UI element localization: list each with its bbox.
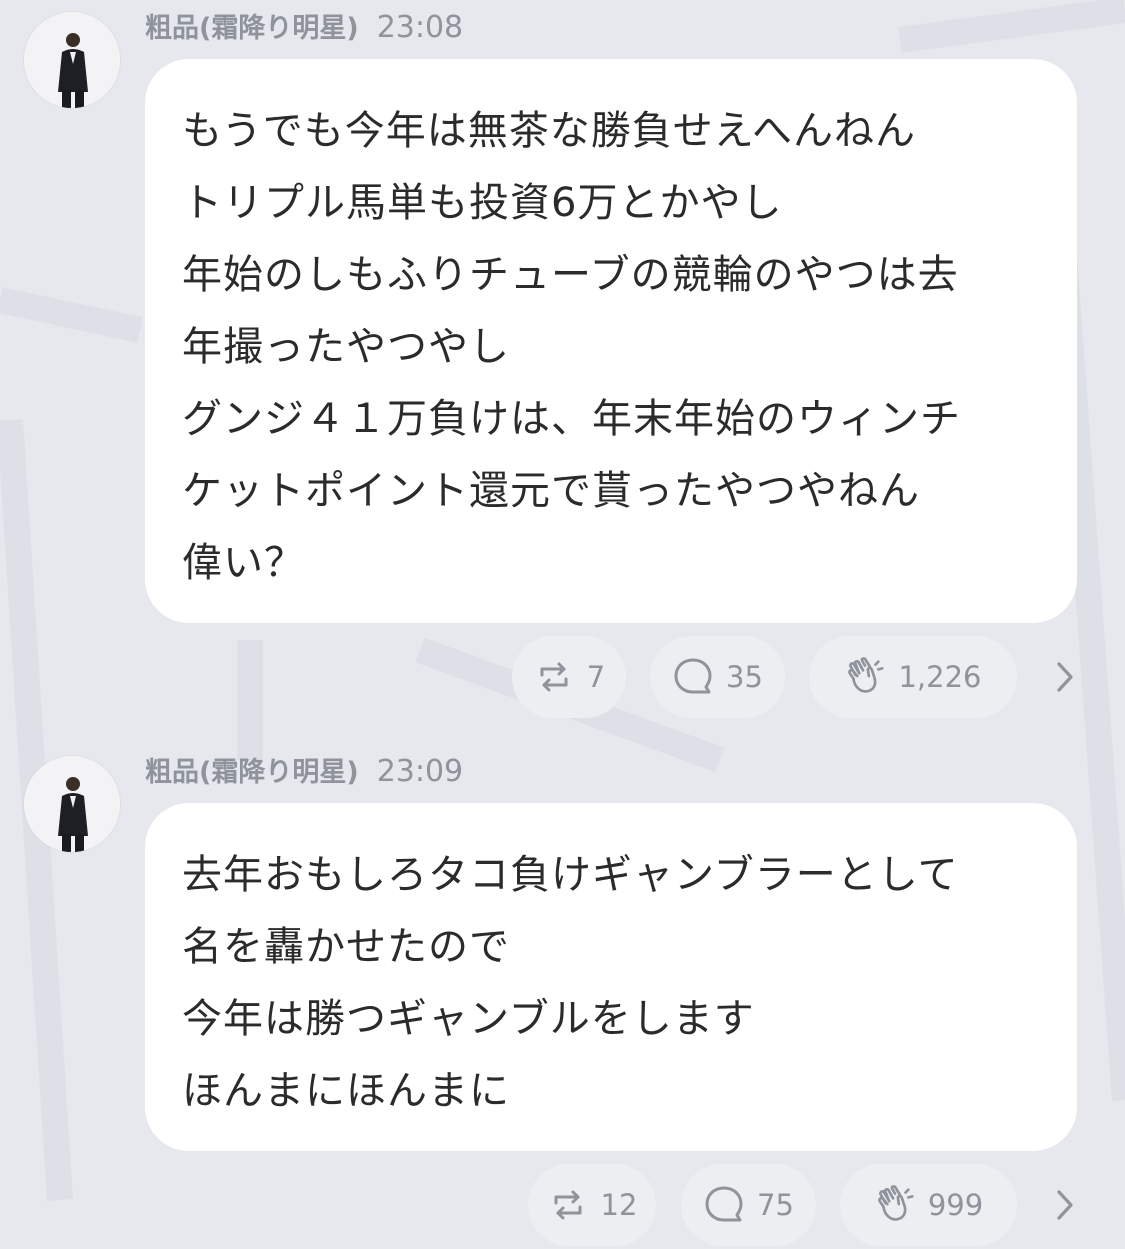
- repost-button[interactable]: 7: [512, 636, 626, 718]
- reply-button[interactable]: 35: [650, 636, 785, 718]
- message-line: 名を轟かせたので: [182, 924, 510, 970]
- clap-count: 999: [927, 1188, 984, 1222]
- message-line: ケットポイント還元で貰ったやつやねん: [182, 468, 920, 514]
- reply-count: 35: [726, 660, 763, 694]
- avatar-image: [24, 12, 120, 108]
- repost-count: 12: [600, 1188, 638, 1222]
- reply-count: 75: [757, 1188, 794, 1222]
- repost-icon: [533, 656, 575, 698]
- message-line: グンジ４１万負けは、年末年始のウィンチ: [182, 396, 961, 442]
- speech-bubble-icon: [703, 1184, 745, 1226]
- reply-button[interactable]: 75: [681, 1164, 816, 1246]
- speech-bubble-icon: [672, 656, 714, 698]
- message-line: 年撮ったやつやし: [182, 324, 510, 370]
- message-line: 偉い？: [182, 540, 305, 586]
- message-meta: 粗品(霜降り明星) 23:09: [145, 750, 463, 789]
- message-meta: 粗品(霜降り明星) 23:08: [145, 6, 463, 45]
- message-bubble[interactable]: もうでも今年は無茶な勝負せえへんねん トリプル馬単も投資6万とかやし 年始のしも…: [145, 59, 1077, 623]
- author-name[interactable]: 粗品(霜降り明星): [145, 750, 359, 789]
- timestamp: 23:08: [376, 10, 464, 45]
- clapping-hands-icon: [874, 1184, 916, 1226]
- message-line: トリプル馬単も投資6万とかやし: [182, 180, 783, 226]
- clap-button[interactable]: 1,226: [809, 636, 1017, 718]
- avatar[interactable]: [24, 12, 120, 108]
- message-line: もうでも今年は無茶な勝負せえへんねん: [182, 108, 916, 154]
- message-line: 年始のしもふりチューブの競輪のやつは去: [182, 252, 959, 298]
- clap-button[interactable]: 999: [840, 1164, 1017, 1246]
- more-button[interactable]: [1050, 1185, 1080, 1225]
- chevron-right-icon: [1057, 1190, 1073, 1220]
- repost-button[interactable]: 12: [528, 1164, 656, 1246]
- message-line: ほんまにほんまに: [182, 1068, 510, 1114]
- more-button[interactable]: [1050, 657, 1080, 697]
- message-bubble[interactable]: 去年おもしろタコ負けギャンブラーとして 名を轟かせたので 今年は勝つギャンブルを…: [145, 803, 1077, 1151]
- avatar[interactable]: [24, 756, 120, 852]
- message-line: 今年は勝つギャンブルをします: [182, 996, 755, 1042]
- clapping-hands-icon: [844, 656, 886, 698]
- clap-count: 1,226: [898, 660, 982, 694]
- avatar-image: [24, 756, 120, 852]
- repost-count: 7: [586, 660, 606, 694]
- chevron-right-icon: [1057, 662, 1073, 692]
- message-line: 去年おもしろタコ負けギャンブラーとして: [182, 852, 959, 898]
- repost-icon: [547, 1184, 589, 1226]
- timestamp: 23:09: [376, 754, 464, 789]
- author-name[interactable]: 粗品(霜降り明星): [145, 6, 359, 45]
